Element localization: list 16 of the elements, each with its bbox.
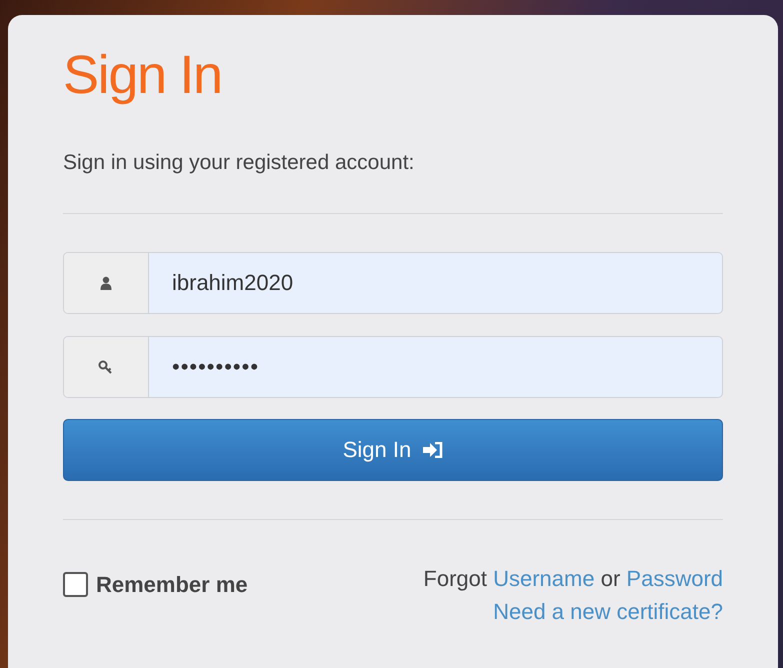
forgot-text: Forgot Username or Password xyxy=(423,564,723,593)
input-field[interactable]: ibrahim2020 xyxy=(63,252,723,314)
username-link[interactable]: Username xyxy=(493,566,595,590)
input-field[interactable]: •••••••••• xyxy=(63,336,723,398)
input-value: ibrahim2020 xyxy=(171,269,294,297)
remember-checkbox[interactable] xyxy=(63,572,88,596)
sign-in-icon xyxy=(423,442,444,458)
subtitle: Sign in using your registered account: xyxy=(63,150,416,176)
remember-label: Remember me xyxy=(96,570,248,598)
password-link[interactable]: Password xyxy=(626,566,723,590)
user-icon xyxy=(100,276,112,290)
page-title: Sign In xyxy=(63,44,223,107)
input-value: •••••••••• xyxy=(171,353,260,381)
certificate-link[interactable]: Need a new certificate? xyxy=(493,594,723,628)
sign-in-button[interactable]: Sign In xyxy=(63,418,723,480)
key-icon xyxy=(98,360,114,374)
